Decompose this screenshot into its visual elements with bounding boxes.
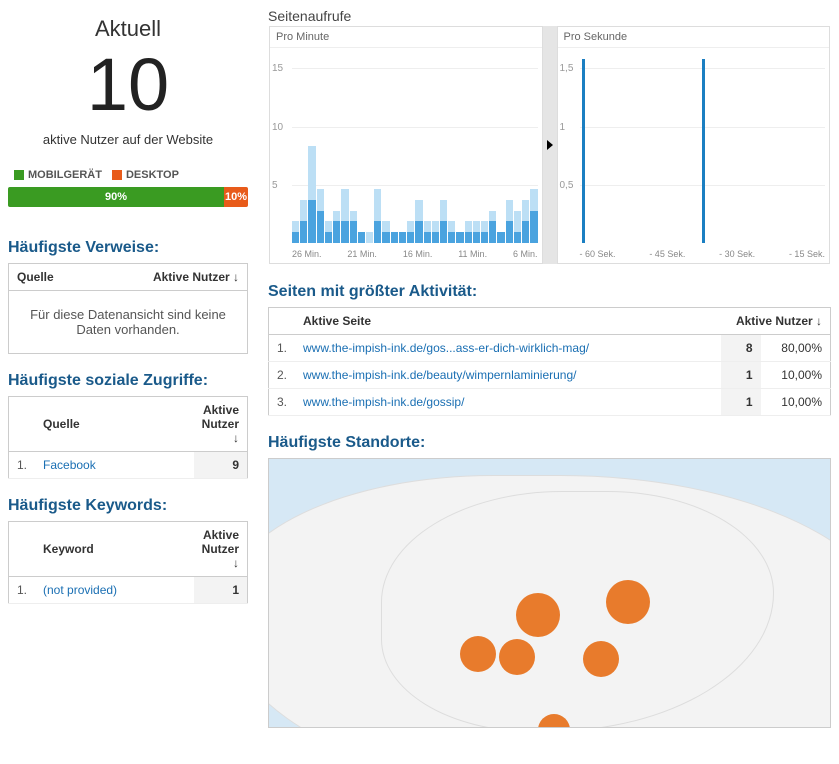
active-page-link[interactable]: www.the-impish-ink.de/gossip/ [303, 395, 464, 409]
x-tick: 21 Min. [347, 249, 377, 259]
x-tick: - 45 Sek. [649, 249, 685, 259]
second-bars [580, 49, 826, 243]
social-col-users[interactable]: Aktive Nutzer [194, 397, 248, 452]
active-users-count: 10 [8, 48, 248, 122]
keyword-users-value: 1 [194, 577, 248, 604]
row-index: 1. [9, 577, 36, 604]
y-tick: 0,5 [560, 180, 574, 191]
chart-per-second: Pro Sekunde 1,5 1 0,5 - 60 Sek. - 45 Sek… [557, 26, 831, 264]
table-row[interactable]: 2. www.the-impish-ink.de/beauty/wimpernla… [269, 362, 831, 389]
keyword-link[interactable]: (not provided) [43, 583, 117, 597]
location-dot [460, 636, 496, 672]
section-title-keywords: Häufigste Keywords: [8, 497, 248, 515]
device-share-bar: 90% 10% [8, 187, 248, 207]
social-table: Quelle Aktive Nutzer 1. Facebook 9 [8, 396, 248, 479]
realtime-overview: Aktuell 10 aktive Nutzer auf der Website… [8, 8, 248, 221]
chevron-right-icon [545, 140, 555, 150]
location-dot [516, 593, 560, 637]
y-tick: 10 [272, 122, 283, 133]
location-dot [606, 580, 650, 624]
page-users-pct: 80,00% [761, 335, 831, 362]
keywords-table: Keyword Aktive Nutzer 1. (not provided) … [8, 521, 248, 604]
chart-per-minute-title: Pro Minute [270, 27, 542, 48]
keywords-col-kw[interactable]: Keyword [35, 522, 194, 577]
locations-map[interactable] [268, 458, 831, 728]
x-tick: 11 Min. [458, 249, 487, 259]
chart-per-second-title: Pro Sekunde [558, 27, 830, 48]
page-users-value: 1 [721, 389, 761, 416]
table-row[interactable]: 1. (not provided) 1 [9, 577, 248, 604]
legend-square-mobile [14, 170, 24, 180]
active-pages-table: Aktive Seite Aktive Nutzer 1. www.the-imp… [268, 307, 831, 416]
referrals-col-source[interactable]: Quelle [9, 264, 91, 291]
active-page-link[interactable]: www.the-impish-ink.de/beauty/wimpernlami… [303, 368, 576, 382]
active-page-link[interactable]: www.the-impish-ink.de/gos...ass-er-dich-… [303, 341, 589, 355]
device-legend: MOBILGERÄT DESKTOP [8, 169, 248, 187]
row-index: 1. [269, 335, 296, 362]
social-users-value: 9 [194, 452, 248, 479]
legend-mobile: MOBILGERÄT [14, 169, 102, 181]
y-tick: 5 [272, 180, 278, 191]
chart-per-second-xlabels: - 60 Sek. - 45 Sek. - 30 Sek. - 15 Sek. [580, 249, 826, 259]
chart-separator[interactable] [543, 26, 557, 264]
minute-bars [292, 49, 538, 243]
charts-section-title: Seitenaufrufe [268, 8, 831, 24]
table-row[interactable]: 3. www.the-impish-ink.de/gossip/110,00% [269, 389, 831, 416]
page-users-pct: 10,00% [761, 389, 831, 416]
overview-subtitle: aktive Nutzer auf der Website [8, 132, 248, 147]
x-tick: 16 Min. [403, 249, 433, 259]
chart-per-minute-area: 15 10 5 [270, 49, 542, 243]
section-title-locations: Häufigste Standorte: [268, 434, 831, 452]
page-users-value: 1 [721, 362, 761, 389]
legend-square-desktop [112, 170, 122, 180]
row-index: 2. [269, 362, 296, 389]
overview-title: Aktuell [8, 16, 248, 42]
chart-per-second-area: 1,5 1 0,5 [558, 49, 830, 243]
social-col-source[interactable]: Quelle [35, 397, 194, 452]
section-title-social: Häufigste soziale Zugriffe: [8, 372, 248, 390]
device-share-mobile: 90% [8, 187, 224, 207]
y-tick: 15 [272, 63, 283, 74]
y-tick: 1,5 [560, 63, 574, 74]
page-users-value: 8 [721, 335, 761, 362]
keywords-col-users[interactable]: Aktive Nutzer [194, 522, 248, 577]
section-title-referrals: Häufigste Verweise: [8, 239, 248, 257]
x-tick: 26 Min. [292, 249, 322, 259]
legend-mobile-label: MOBILGERÄT [28, 169, 102, 181]
location-dot [499, 639, 535, 675]
y-tick: 1 [560, 122, 566, 133]
legend-desktop: DESKTOP [112, 169, 179, 181]
device-share-desktop: 10% [224, 187, 248, 207]
pageviews-charts: Pro Minute 15 10 5 26 Min. 21 Min. 16 Mi… [268, 25, 831, 265]
x-tick: 6 Min. [513, 249, 538, 259]
chart-per-minute: Pro Minute 15 10 5 26 Min. 21 Min. 16 Mi… [269, 26, 543, 264]
row-index: 1. [9, 452, 36, 479]
social-source-link[interactable]: Facebook [43, 458, 96, 472]
page-users-pct: 10,00% [761, 362, 831, 389]
section-title-pages: Seiten mit größter Aktivität: [268, 283, 831, 301]
referrals-nodata: Für diese Datenansicht sind keine Daten … [8, 291, 248, 354]
row-index: 3. [269, 389, 296, 416]
chart-per-minute-xlabels: 26 Min. 21 Min. 16 Min. 11 Min. 6 Min. [292, 249, 538, 259]
pages-col-users[interactable]: Aktive Nutzer [721, 308, 831, 335]
x-tick: - 15 Sek. [789, 249, 825, 259]
referrals-table: Quelle Aktive Nutzer [8, 263, 248, 291]
legend-desktop-label: DESKTOP [126, 169, 179, 181]
x-tick: - 30 Sek. [719, 249, 755, 259]
pages-col-page[interactable]: Aktive Seite [295, 308, 720, 335]
table-row[interactable]: 1. Facebook 9 [9, 452, 248, 479]
table-row[interactable]: 1. www.the-impish-ink.de/gos...ass-er-dic… [269, 335, 831, 362]
referrals-col-users[interactable]: Aktive Nutzer [90, 264, 247, 291]
x-tick: - 60 Sek. [580, 249, 616, 259]
